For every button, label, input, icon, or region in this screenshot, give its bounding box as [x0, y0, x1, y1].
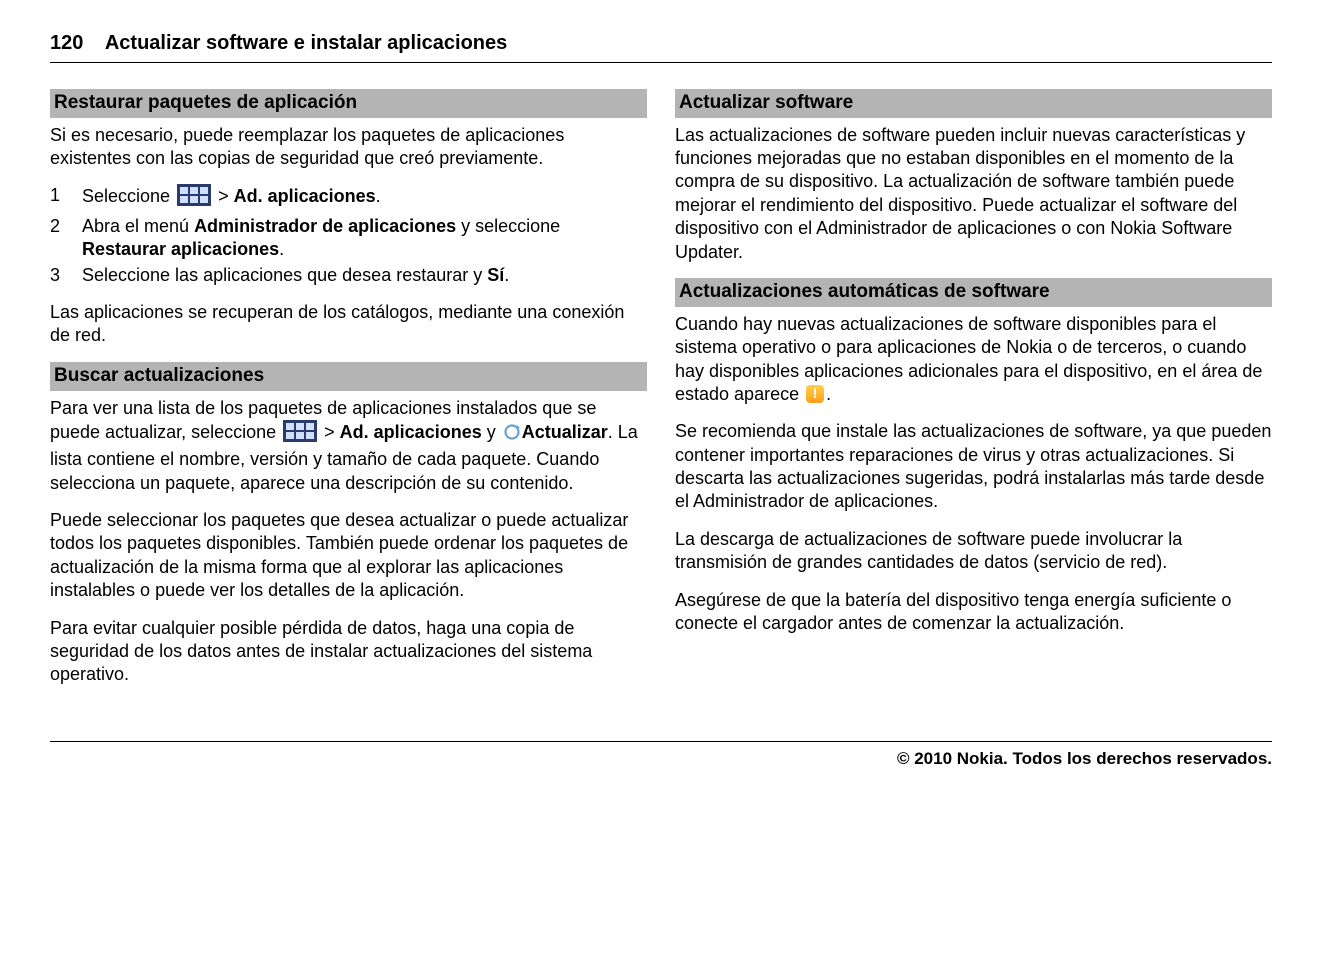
right-column: Actualizar software Las actualizaciones …	[675, 81, 1272, 701]
auto-p3: La descarga de actualizaciones de softwa…	[675, 528, 1272, 575]
heading-auto-updates: Actualizaciones automáticas de software	[675, 278, 1272, 307]
footer-copyright: © 2010 Nokia. Todos los derechos reserva…	[50, 741, 1272, 770]
step-3: 3 Seleccione las aplicaciones que desea …	[50, 264, 647, 287]
step-number: 1	[50, 184, 82, 212]
step-number: 3	[50, 264, 82, 287]
step-body: Seleccione > Ad. aplicaciones.	[82, 184, 647, 212]
apps-grid-icon	[283, 420, 317, 448]
step-body: Abra el menú Administrador de aplicacion…	[82, 215, 647, 262]
restore-note: Las aplicaciones se recuperan de los cat…	[50, 301, 647, 348]
updates-p2: Puede seleccionar los paquetes que desea…	[50, 509, 647, 603]
step-body: Seleccione las aplicaciones que desea re…	[82, 264, 647, 287]
auto-p2: Se recomienda que instale las actualizac…	[675, 420, 1272, 514]
update-sw-p1: Las actualizaciones de software pueden i…	[675, 124, 1272, 264]
restore-steps: 1 Seleccione > Ad. aplicaciones. 2 Abra …	[50, 184, 647, 287]
apps-grid-icon	[177, 184, 211, 212]
updates-p1: Para ver una lista de los paquetes de ap…	[50, 397, 647, 496]
heading-restore: Restaurar paquetes de aplicación	[50, 89, 647, 118]
restore-intro: Si es necesario, puede reemplazar los pa…	[50, 124, 647, 171]
step-1: 1 Seleccione > Ad. aplicaciones.	[50, 184, 647, 212]
page-title: Actualizar software e instalar aplicacio…	[105, 32, 507, 54]
page-number: 120	[50, 32, 83, 54]
page-header: 120 Actualizar software e instalar aplic…	[50, 30, 1272, 63]
auto-p1: Cuando hay nuevas actualizaciones de sof…	[675, 313, 1272, 407]
heading-update-sw: Actualizar software	[675, 89, 1272, 118]
step-number: 2	[50, 215, 82, 262]
updates-p3: Para evitar cualquier posible pérdida de…	[50, 617, 647, 687]
step-2: 2 Abra el menú Administrador de aplicaci…	[50, 215, 647, 262]
warning-icon	[806, 385, 824, 403]
heading-updates: Buscar actualizaciones	[50, 362, 647, 391]
page: 120 Actualizar software e instalar aplic…	[50, 30, 1272, 770]
left-column: Restaurar paquetes de aplicación Si es n…	[50, 81, 647, 701]
refresh-icon	[503, 423, 521, 447]
columns: Restaurar paquetes de aplicación Si es n…	[50, 81, 1272, 701]
auto-p4: Asegúrese de que la batería del disposit…	[675, 589, 1272, 636]
